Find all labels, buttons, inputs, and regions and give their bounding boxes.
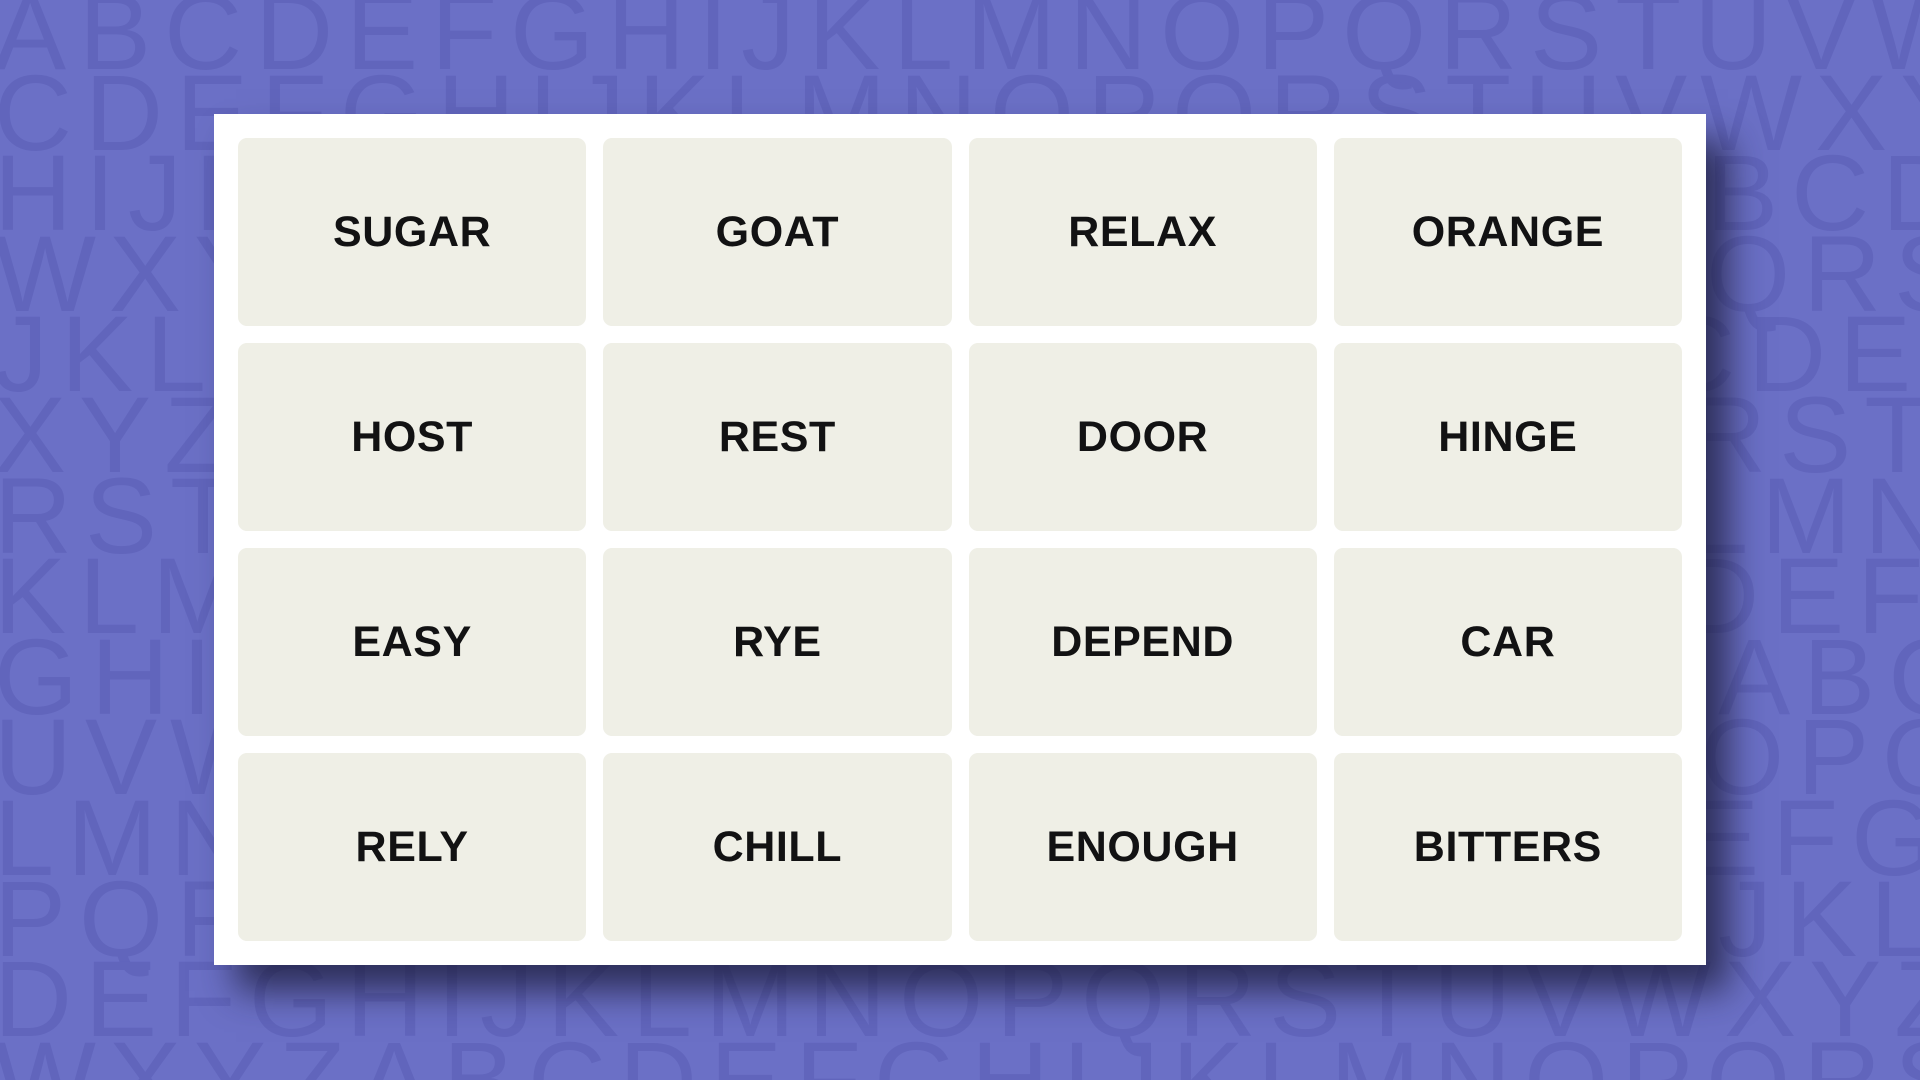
word-tile-label: RELAX [1068, 207, 1217, 256]
word-tile[interactable]: DEPEND [968, 548, 1317, 736]
wallpaper-letter-row: WXYZABCDEFGHIJKLMNOPQRSTUVWXYZAB [0, 1018, 1920, 1080]
word-tile-label: CHILL [712, 822, 843, 871]
word-tile[interactable]: RELAX [968, 138, 1317, 326]
word-tile[interactable]: HINGE [1333, 343, 1682, 531]
word-tile[interactable]: CHILL [603, 753, 952, 941]
word-tile-label: DOOR [1076, 412, 1209, 461]
word-tile-label: GOAT [715, 207, 840, 256]
word-tile-label: HOST [351, 412, 474, 461]
word-tile[interactable]: REST [603, 343, 952, 531]
word-tile[interactable]: CAR [1333, 548, 1682, 736]
word-tile[interactable]: RYE [603, 548, 952, 736]
word-tile-label: RELY [355, 822, 469, 871]
word-tile[interactable]: DOOR [968, 343, 1317, 531]
word-tile[interactable]: SUGAR [238, 138, 587, 326]
word-tile-label: RYE [733, 617, 822, 666]
word-tile[interactable]: ORANGE [1333, 138, 1682, 326]
word-tile-label: EASY [352, 617, 472, 666]
word-tile[interactable]: RELY [238, 753, 587, 941]
word-tile-label: ENOUGH [1046, 822, 1239, 871]
word-game-board-card: SUGAR GOAT RELAX ORANGE HOST REST DOOR HINGE EAS… [214, 114, 1706, 965]
word-tile-label: REST [718, 412, 836, 461]
word-tile-label: ORANGE [1411, 207, 1605, 256]
word-tile-label: HINGE [1438, 412, 1578, 461]
word-tile-label: CAR [1460, 617, 1556, 666]
word-tile[interactable]: BITTERS [1333, 753, 1682, 941]
word-tile-label: DEPEND [1051, 617, 1235, 666]
word-tile[interactable]: HOST [238, 343, 587, 531]
word-tile-label: BITTERS [1413, 822, 1602, 871]
word-tile[interactable]: GOAT [603, 138, 952, 326]
word-tile[interactable]: ENOUGH [968, 753, 1317, 941]
word-tile-grid: SUGAR GOAT RELAX ORANGE HOST REST DOOR HINGE EAS… [238, 138, 1682, 941]
word-tile-label: SUGAR [332, 207, 492, 256]
word-tile[interactable]: EASY [238, 548, 587, 736]
